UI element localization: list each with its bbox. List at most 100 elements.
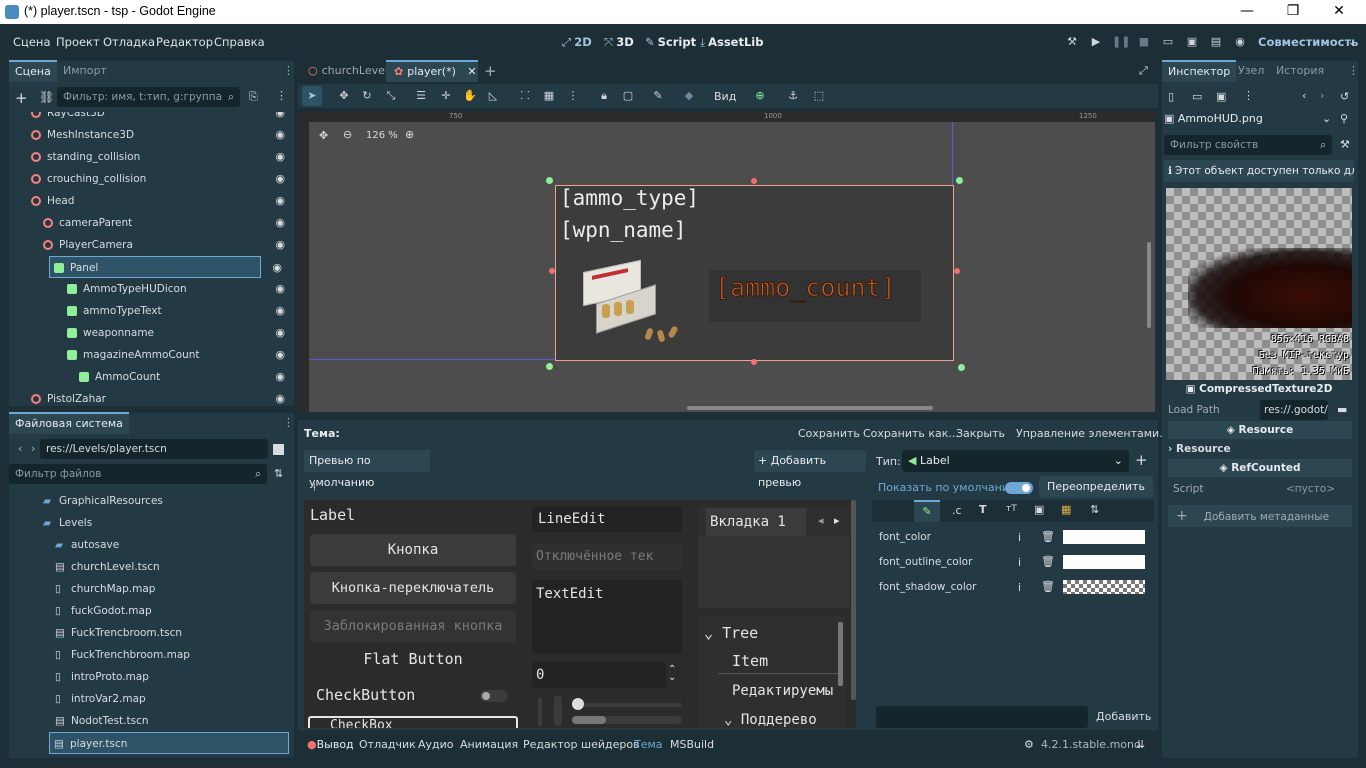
visibility-eye-icon[interactable]: ◉ bbox=[275, 322, 285, 344]
new-resource-icon[interactable]: ▯ bbox=[1168, 90, 1174, 103]
pause-icon[interactable]: ❚❚ bbox=[1112, 34, 1130, 50]
font-size-tab-icon[interactable]: тT bbox=[1006, 504, 1017, 514]
menu-help[interactable]: Справка bbox=[214, 35, 265, 49]
theme-close-button[interactable]: Закрыть bbox=[956, 427, 1005, 440]
add-item-input[interactable] bbox=[876, 706, 1088, 728]
tab-prev-icon[interactable]: ◂ bbox=[818, 514, 824, 527]
workspace-3d[interactable]: ⤧ 3D bbox=[604, 35, 634, 50]
remote-deploy-icon[interactable]: ▭ bbox=[1160, 34, 1176, 50]
visibility-eye-icon[interactable]: ◉ bbox=[275, 278, 285, 300]
scene-tree-node[interactable]: PlayerCamera ◉ bbox=[19, 234, 291, 256]
tab-history[interactable]: История bbox=[1270, 60, 1330, 82]
scene-tree-node[interactable]: Panel ◉ bbox=[49, 256, 282, 278]
snap-options-icon[interactable]: ⋮ bbox=[565, 88, 581, 104]
scene-tree-node[interactable]: PistolZahar ◉ bbox=[19, 388, 291, 404]
save-icon[interactable]: ▣ bbox=[1216, 90, 1226, 103]
select-tool-icon[interactable]: ➤ bbox=[302, 86, 322, 106]
scene-tree-node[interactable]: RayCast3D ◉ bbox=[19, 112, 291, 124]
chevron-down-icon[interactable]: ⌄ bbox=[1344, 34, 1360, 50]
scene-tree-node[interactable]: AmmoCount ◉ bbox=[19, 366, 291, 388]
movie-icon[interactable]: ◉ bbox=[1232, 34, 1248, 50]
tab-filesystem[interactable]: Файловая система bbox=[9, 412, 129, 434]
fs-filter-input[interactable]: Фильтр файлов ⌕ bbox=[9, 464, 267, 484]
color-swatch[interactable] bbox=[1063, 555, 1145, 569]
history-forward-icon[interactable]: › bbox=[1320, 89, 1324, 102]
file-item[interactable]: ▤ FuckTrencbroom.tscn bbox=[19, 622, 291, 644]
layout-icon[interactable]: ⬚ bbox=[811, 88, 827, 104]
file-item[interactable]: ▯ introProto.map bbox=[19, 666, 291, 688]
bottom-tab-output[interactable]: ●Вывод bbox=[307, 738, 354, 751]
visibility-eye-icon[interactable]: ◉ bbox=[275, 124, 285, 146]
load-path-value[interactable]: res://.godot/ bbox=[1260, 400, 1328, 420]
scene-tree-node[interactable]: ammoTypeText ◉ bbox=[19, 300, 291, 322]
override-all-button[interactable]: Переопределить всё bbox=[1039, 476, 1153, 515]
preview-checkbox[interactable]: CheckBox bbox=[308, 716, 518, 728]
workspace-script[interactable]: ✎ Script bbox=[645, 35, 696, 49]
bottom-tab-debugger[interactable]: Отладчик bbox=[359, 738, 416, 751]
maximize-button[interactable]: ❐ bbox=[1270, 0, 1316, 24]
resize-handle[interactable] bbox=[549, 268, 555, 274]
preview-spinbox[interactable]: 0 bbox=[532, 662, 666, 688]
trash-icon[interactable]: 🗑︎ bbox=[1041, 580, 1055, 593]
file-item[interactable]: ▯ introVar2.map bbox=[19, 688, 291, 710]
tree-item[interactable]: Item bbox=[718, 648, 838, 674]
tools-icon[interactable]: ⚒ bbox=[1340, 138, 1350, 151]
theme-save-button[interactable]: Сохранить bbox=[798, 427, 860, 440]
scene-tree-node[interactable]: cameraParent ◉ bbox=[19, 212, 291, 234]
visibility-eye-icon[interactable]: ◉ bbox=[275, 388, 285, 404]
resize-handle[interactable] bbox=[954, 268, 960, 274]
file-item[interactable]: ▰ Levels bbox=[19, 512, 291, 534]
file-item[interactable]: ▤ churchLevel.tscn bbox=[19, 556, 291, 578]
script-attach-icon[interactable]: ⎘ bbox=[249, 90, 258, 104]
open-folder-icon[interactable]: ▭ bbox=[1192, 90, 1202, 103]
tab-inspector[interactable]: Инспектор bbox=[1162, 60, 1237, 82]
link-icon[interactable]: ⛓ bbox=[39, 90, 54, 104]
tree-root[interactable]: ⌄ Tree bbox=[704, 624, 758, 642]
inspector-menu-icon[interactable]: ⋮ bbox=[1348, 64, 1359, 77]
add-item-button[interactable]: Добавить bbox=[1096, 710, 1151, 723]
visibility-eye-icon[interactable]: ◉ bbox=[275, 300, 285, 322]
distraction-free-icon[interactable]: ⤢ bbox=[1139, 64, 1148, 78]
preview-button[interactable]: Кнопка bbox=[310, 534, 516, 566]
bottom-tab-shader-editor[interactable]: Редактор шейдеров bbox=[523, 738, 640, 751]
constant-tab-icon[interactable]: .c bbox=[952, 504, 962, 517]
center-view-icon[interactable]: ✥ bbox=[319, 129, 328, 142]
preview-check-button[interactable]: CheckButton bbox=[316, 686, 415, 704]
close-button[interactable]: ✕ bbox=[1316, 0, 1362, 24]
preview-switch[interactable] bbox=[480, 690, 508, 702]
preview-flat-button[interactable]: Flat Button bbox=[310, 650, 516, 668]
play-scene-icon[interactable]: ▣ bbox=[1184, 34, 1200, 50]
type-select[interactable]: ◀ Label ⌄ bbox=[902, 450, 1129, 472]
type-vars-tab-icon[interactable]: ⇅ bbox=[1090, 503, 1099, 516]
preview-vscroll[interactable] bbox=[554, 696, 562, 726]
rename-icon[interactable]: ⅰ bbox=[1018, 556, 1021, 569]
history-back-icon[interactable]: ‹ bbox=[1302, 89, 1306, 102]
visibility-eye-icon[interactable]: ◉ bbox=[275, 168, 285, 190]
zoom-level[interactable]: 126 % bbox=[366, 130, 398, 141]
play-custom-icon[interactable]: ▤ bbox=[1208, 34, 1224, 50]
inspected-resource[interactable]: ▣ AmmoHUD.png ⌄ bbox=[1164, 109, 1332, 129]
file-item[interactable]: ▯ fuckGodot.map bbox=[19, 600, 291, 622]
visibility-eye-icon[interactable]: ◉ bbox=[275, 112, 285, 124]
resize-handle[interactable] bbox=[751, 359, 757, 365]
trash-icon[interactable]: 🗑︎ bbox=[1041, 530, 1055, 543]
canvas-viewport[interactable]: ✥ ⊖ 126 % ⊕ [ammo_type] [wpn_name] [ammo… bbox=[309, 122, 1155, 412]
ruler-icon[interactable]: ◺ bbox=[485, 88, 501, 104]
visibility-eye-icon[interactable]: ◉ bbox=[275, 344, 285, 366]
tree-editable-item[interactable]: Редактируемы bbox=[718, 678, 848, 704]
trash-icon[interactable]: 🗑︎ bbox=[1041, 555, 1055, 568]
slider-grabber[interactable] bbox=[572, 698, 584, 710]
workspace-2d[interactable]: ⤢ 2D bbox=[562, 35, 592, 50]
preview-vslider[interactable] bbox=[538, 698, 542, 726]
tab-import[interactable]: Импорт bbox=[57, 60, 113, 82]
menu-editor[interactable]: Редактор bbox=[156, 35, 213, 49]
tab-node[interactable]: Узел bbox=[1232, 60, 1270, 82]
scene-tree-node[interactable]: Head ◉ bbox=[19, 190, 291, 212]
menu-project[interactable]: Проект bbox=[56, 35, 100, 49]
anchor-handle[interactable] bbox=[546, 363, 553, 370]
anchor-handle[interactable] bbox=[958, 364, 965, 371]
theme-manage-button[interactable]: Управление элементами... bbox=[1016, 427, 1170, 440]
file-item[interactable]: ▤ NodotTest.tscn bbox=[19, 710, 291, 732]
visibility-eye-icon[interactable]: ◉ bbox=[275, 366, 285, 388]
preview-tab-1[interactable]: Вкладка 1 bbox=[706, 508, 806, 536]
